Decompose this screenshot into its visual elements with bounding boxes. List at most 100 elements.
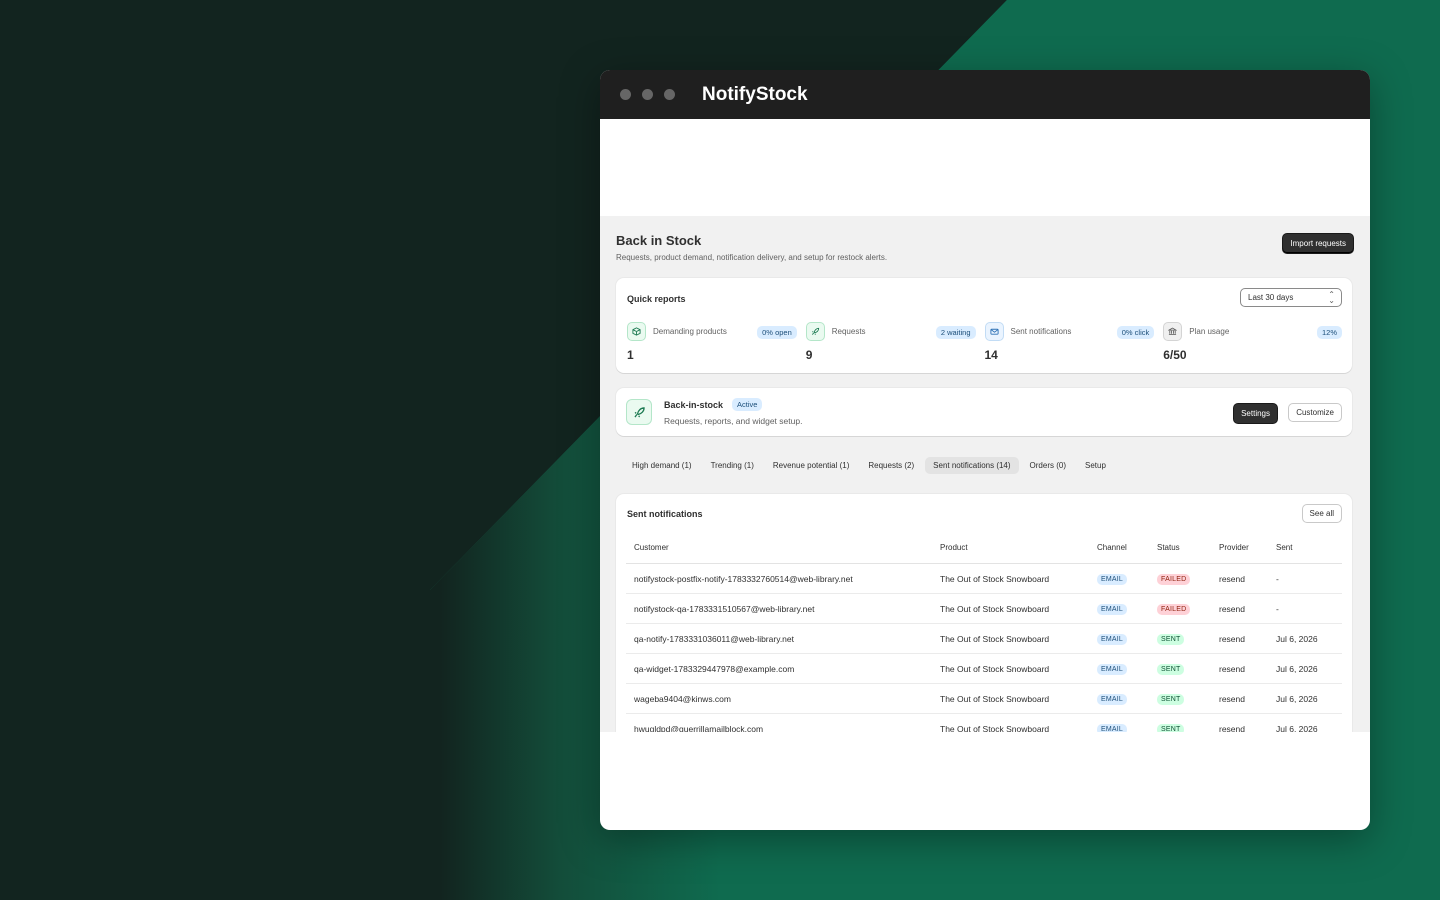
metric-value: 9	[805, 348, 813, 362]
sent-date-cell: Jul 6, 2026	[1268, 653, 1342, 684]
tab-requests[interactable]: Requests (2)	[860, 457, 922, 474]
table-row[interactable]: wageba9404@kinws.com The Out of Stock Sn…	[626, 683, 1342, 714]
status-badge: SENT	[1157, 723, 1185, 732]
column-header[interactable]: Status	[1149, 532, 1211, 564]
provider-cell: resend	[1211, 593, 1268, 624]
window-maximize-dot[interactable]	[664, 89, 675, 100]
provider-cell: resend	[1211, 683, 1268, 714]
app-window: NotifyStock Back in Stock Requests, prod…	[600, 70, 1370, 830]
metric-badge: 2 waiting	[935, 326, 976, 339]
metric-label: Requests	[831, 327, 866, 336]
tab-setup[interactable]: Setup	[1077, 457, 1114, 474]
product-cell: The Out of Stock Snowboard	[932, 623, 1089, 654]
window-close-dot[interactable]	[620, 89, 631, 100]
status-badge: Active	[732, 398, 763, 411]
metric-label: Demanding products	[653, 327, 727, 336]
sent-date-cell: Jul 6, 2026	[1268, 623, 1342, 654]
customer-cell: wageba9404@kinws.com	[626, 683, 932, 714]
product-cell: The Out of Stock Snowboard	[932, 563, 1089, 594]
sent-date-cell: -	[1268, 563, 1342, 594]
status-cell: SENT	[1149, 653, 1211, 684]
product-cell: The Out of Stock Snowboard	[932, 713, 1089, 732]
metric-demanding-products[interactable]: Demanding products 0% open 1	[627, 322, 806, 364]
channel-badge: EMAIL	[1097, 723, 1128, 732]
settings-button[interactable]: Settings	[1233, 403, 1278, 424]
table-row[interactable]: qa-widget-1783329447978@example.com The …	[626, 653, 1342, 684]
status-cell: SENT	[1149, 713, 1211, 732]
app-title: NotifyStock	[702, 83, 808, 105]
column-header[interactable]: Sent	[1268, 532, 1342, 564]
column-header[interactable]: Customer	[626, 532, 932, 564]
metric-requests[interactable]: Requests 2 waiting 9	[805, 322, 985, 364]
page-subtitle: Requests, product demand, notification d…	[616, 253, 888, 262]
back-in-stock-feature-card: Back-in-stock Active Requests, reports, …	[616, 388, 1352, 436]
provider-cell: resend	[1211, 653, 1268, 684]
bank-icon	[1163, 322, 1183, 341]
channel-cell: EMAIL	[1089, 563, 1149, 594]
tab-trending[interactable]: Trending (1)	[703, 457, 762, 474]
table-header-row: Customer Product Channel Status Provider…	[626, 532, 1342, 564]
metrics-row: Demanding products 0% open 1 Requests 2 …	[627, 322, 1342, 364]
tab-high-demand[interactable]: High demand (1)	[624, 457, 700, 474]
tab-orders[interactable]: Orders (0)	[1022, 457, 1074, 474]
column-header[interactable]: Channel	[1089, 532, 1149, 564]
status-badge: FAILED	[1157, 573, 1191, 585]
report-tabs: High demand (1) Trending (1) Revenue pot…	[624, 457, 1114, 474]
sent-notifications-card: Sent notifications See all Customer Prod…	[616, 494, 1352, 732]
metric-badge: 0% click	[1116, 326, 1155, 339]
envelope-icon	[984, 322, 1004, 341]
channel-badge: EMAIL	[1097, 693, 1128, 705]
customer-cell: qa-notify-1783331036011@web-library.net	[626, 623, 932, 654]
sent-date-cell: Jul 6, 2026	[1268, 683, 1342, 714]
channel-cell: EMAIL	[1089, 653, 1149, 684]
product-cell: The Out of Stock Snowboard	[932, 683, 1089, 714]
channel-badge: EMAIL	[1097, 663, 1128, 675]
feature-title: Back-in-stock	[664, 400, 724, 410]
metric-sent-notifications[interactable]: Sent notifications 0% click 14	[984, 322, 1164, 364]
column-header[interactable]: Provider	[1211, 532, 1268, 564]
channel-cell: EMAIL	[1089, 623, 1149, 654]
channel-badge: EMAIL	[1097, 633, 1128, 645]
top-blank-area	[600, 119, 1370, 216]
status-badge: SENT	[1157, 693, 1185, 705]
sent-notifications-table: Customer Product Channel Status Provider…	[626, 532, 1342, 732]
page-header: Back in Stock Requests, product demand, …	[616, 233, 1354, 262]
channel-cell: EMAIL	[1089, 713, 1149, 732]
metric-value: 14	[984, 348, 998, 362]
see-all-button[interactable]: See all	[1301, 504, 1342, 523]
cube-icon	[627, 322, 646, 341]
column-header[interactable]: Product	[932, 532, 1089, 564]
channel-cell: EMAIL	[1089, 593, 1149, 624]
tab-revenue-potential[interactable]: Revenue potential (1)	[765, 457, 858, 474]
status-badge: SENT	[1157, 663, 1185, 675]
channel-badge: EMAIL	[1097, 573, 1128, 585]
provider-cell: resend	[1211, 713, 1268, 732]
metric-plan-usage[interactable]: Plan usage 12% 6/50	[1163, 322, 1342, 364]
provider-cell: resend	[1211, 623, 1268, 654]
select-chevron-icon: ⌃ ⌄	[1328, 290, 1335, 305]
customer-cell: notifystock-qa-1783331510567@web-library…	[626, 593, 932, 624]
provider-cell: resend	[1211, 563, 1268, 594]
sent-date-cell: Jul 6, 2026	[1268, 713, 1342, 732]
period-select-value: Last 30 days	[1248, 293, 1294, 302]
status-cell: FAILED	[1149, 563, 1211, 594]
rocket-icon	[805, 322, 825, 341]
sent-notifications-title: Sent notifications	[627, 509, 703, 519]
table-row[interactable]: hwugldpd@guerrillamailblock.com The Out …	[626, 713, 1342, 732]
period-select[interactable]: Last 30 days ⌃ ⌄	[1240, 288, 1342, 307]
import-requests-button[interactable]: Import requests	[1282, 233, 1354, 254]
customize-button[interactable]: Customize	[1288, 403, 1342, 422]
table-row[interactable]: notifystock-qa-1783331510567@web-library…	[626, 593, 1342, 624]
metric-badge: 0% open	[757, 326, 797, 339]
table-row[interactable]: qa-notify-1783331036011@web-library.net …	[626, 623, 1342, 654]
table-row[interactable]: notifystock-postfix-notify-1783332760514…	[626, 563, 1342, 594]
metric-value: 6/50	[1163, 348, 1187, 362]
product-cell: The Out of Stock Snowboard	[932, 653, 1089, 684]
status-badge: SENT	[1157, 633, 1185, 645]
window-titlebar: NotifyStock	[600, 70, 1370, 119]
tab-sent-notifications[interactable]: Sent notifications (14)	[925, 457, 1019, 474]
sent-date-cell: -	[1268, 593, 1342, 624]
window-minimize-dot[interactable]	[642, 89, 653, 100]
channel-badge: EMAIL	[1097, 603, 1128, 615]
quick-reports-card: Quick reports Last 30 days ⌃ ⌄ Demanding …	[616, 278, 1352, 373]
